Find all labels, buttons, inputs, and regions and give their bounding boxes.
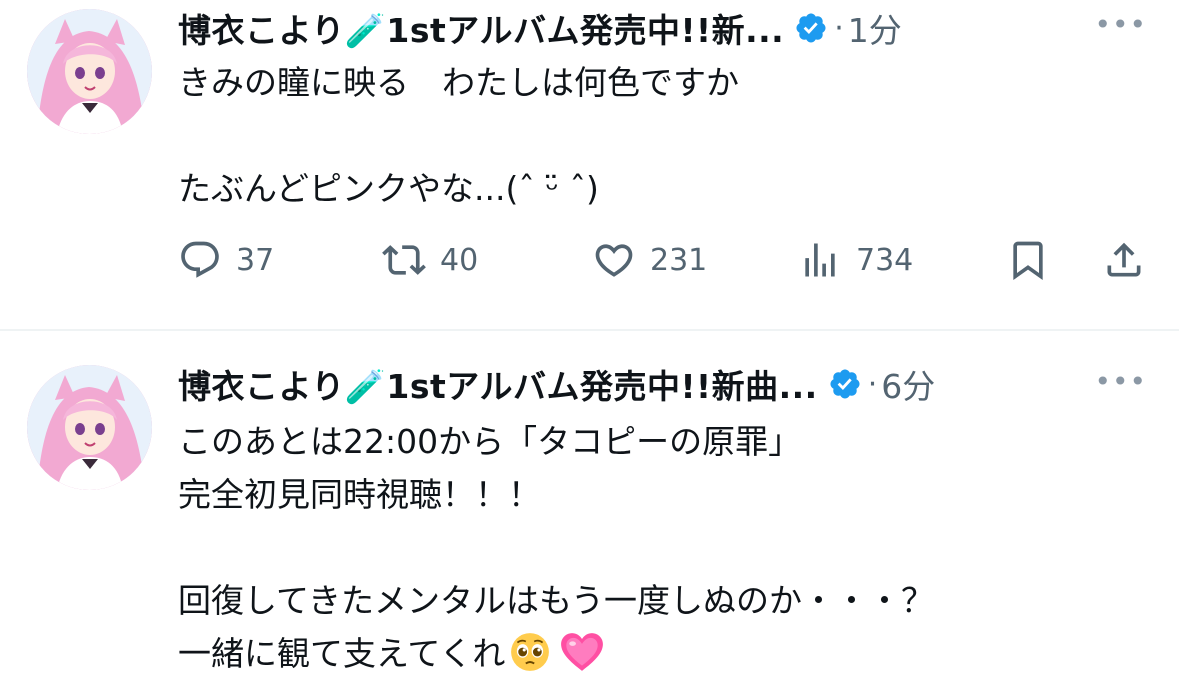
like-icon: [595, 244, 633, 277]
view-count: 734: [856, 242, 914, 278]
like-button[interactable]: 231: [592, 238, 707, 282]
tweet-text-container: このあとは22:00から「タコピーの原罪」 完全初見同時視聴！！！ 回復してきた…: [178, 415, 1138, 680]
author-name[interactable]: 博衣こより🧪1stアルバム発売中!!新...: [178, 4, 784, 52]
like-count: 231: [650, 242, 708, 278]
author-name[interactable]: 博衣こより🧪1stアルバム発売中!!新曲...: [178, 360, 818, 408]
reply-count: 37: [236, 242, 275, 278]
tweet[interactable]: 博衣こより🧪1stアルバム発売中!!新曲... · 6分 ••• このあとは22…: [0, 331, 1179, 690]
more-icon[interactable]: •••: [1094, 365, 1147, 398]
tweet-text: きみの瞳に映る わたしは何色ですか たぶんどピンクやな...(ˆ ᵕ̈ ˆ): [178, 63, 739, 208]
timestamp[interactable]: 6分: [881, 360, 935, 408]
action-bar: 37 40 231 734: [178, 238, 1148, 294]
pleading-face-emoji: [511, 633, 550, 671]
bookmark-icon: [1013, 241, 1043, 281]
avatar[interactable]: [27, 9, 152, 134]
avatar-image: [27, 9, 152, 134]
repost-icon: [382, 245, 426, 275]
avatar[interactable]: [27, 365, 152, 490]
timestamp[interactable]: 1分: [848, 4, 902, 52]
repost-button[interactable]: 40: [382, 238, 478, 282]
share-button[interactable]: [1102, 238, 1146, 282]
views-icon: [805, 243, 835, 277]
share-icon: [1107, 242, 1141, 277]
avatar-image: [27, 365, 152, 490]
separator-dot: ·: [867, 366, 878, 402]
tweet[interactable]: 博衣こより🧪1stアルバム発売中!!新... · 1分 ••• きみの瞳に映る …: [0, 0, 1179, 330]
verified-badge-icon: [796, 13, 826, 43]
pink-heart-emoji: [561, 633, 604, 671]
tweet-header: 博衣こより🧪1stアルバム発売中!!新... · 1分: [178, 3, 902, 53]
more-icon[interactable]: •••: [1094, 8, 1147, 41]
separator-dot: ·: [834, 10, 844, 46]
verified-badge-icon: [830, 369, 860, 399]
reply-icon: [181, 241, 219, 278]
views-button[interactable]: 734: [798, 238, 913, 282]
repost-count: 40: [440, 242, 479, 278]
reply-button[interactable]: 37: [178, 238, 274, 282]
tweet-text: このあとは22:00から「タコピーの原罪」 完全初見同時視聴！！！ 回復してきた…: [178, 422, 935, 673]
tweet-header: 博衣こより🧪1stアルバム発売中!!新曲... · 6分: [178, 359, 935, 409]
bookmark-button[interactable]: [1006, 238, 1050, 282]
